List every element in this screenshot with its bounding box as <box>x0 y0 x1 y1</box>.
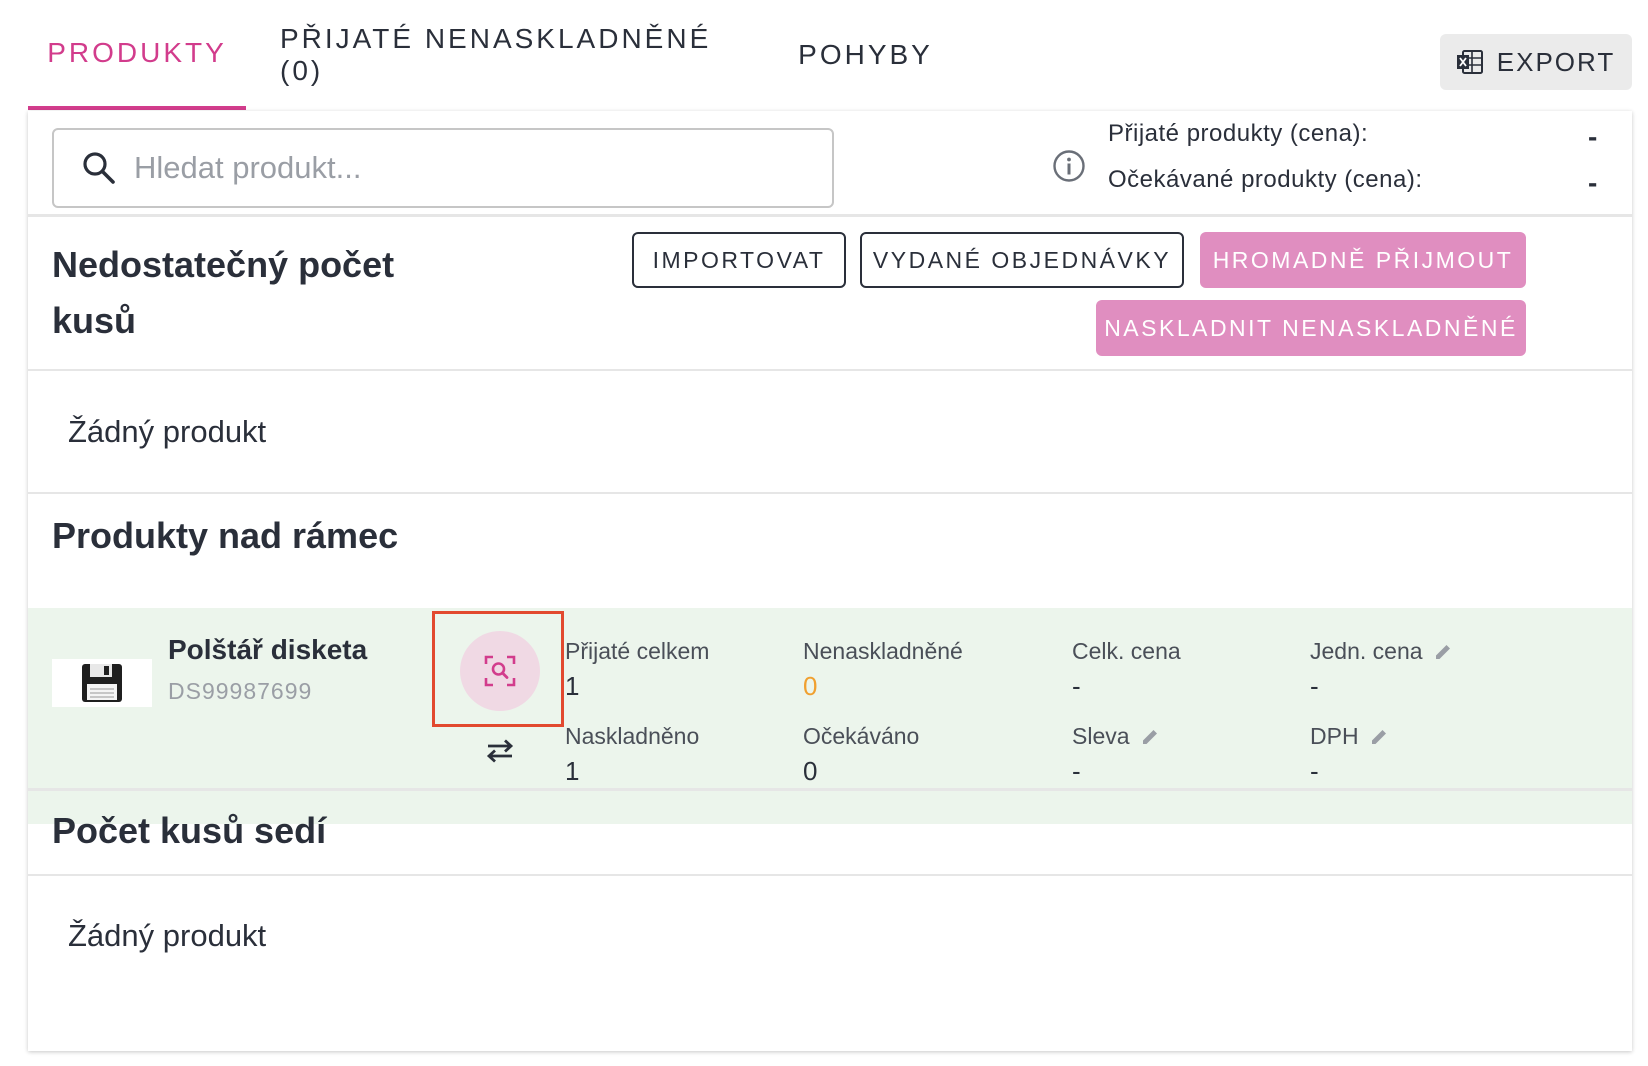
stock-unstocked-button[interactable]: NASKLADNIT NENASKLADNĚNÉ <box>1096 300 1526 356</box>
product-name[interactable]: Polštář disketa <box>168 634 367 666</box>
total-price-value: - <box>1072 671 1081 701</box>
stocked-label: Naskladněno <box>565 723 700 749</box>
expected-value: 0 <box>803 756 818 786</box>
total-price-label: Celk. cena <box>1072 638 1181 664</box>
discount-label: Sleva <box>1072 723 1160 750</box>
discount-value: - <box>1072 756 1081 786</box>
search-input[interactable] <box>132 149 776 187</box>
stocked-value: 1 <box>565 756 580 786</box>
export-button[interactable]: EXPORT <box>1440 34 1632 90</box>
product-code: DS99987699 <box>168 678 313 704</box>
unstocked-label: Nenaskladněné <box>803 638 963 664</box>
export-label: EXPORT <box>1496 46 1616 77</box>
expected-price-value: - <box>1588 167 1598 198</box>
tab-prijate-nenaskladnene[interactable]: PŘIJATÉ NENASKLADNĚNÉ (0) <box>246 0 773 110</box>
unstocked-value: 0 <box>803 671 818 701</box>
vat-label: DPH <box>1310 723 1389 750</box>
divider <box>28 492 1632 494</box>
search-box[interactable] <box>52 128 834 208</box>
edit-discount-icon[interactable] <box>1140 727 1160 747</box>
unit-price-value: - <box>1310 671 1319 701</box>
floppy-pillow-image <box>82 664 122 702</box>
info-icon[interactable] <box>1052 149 1086 183</box>
divider <box>28 874 1632 876</box>
empty-matching: Žádný produkt <box>68 918 267 953</box>
bulk-receive-button[interactable]: HROMADNĚ PŘIJMOUT <box>1200 232 1526 288</box>
empty-insufficient: Žádný produkt <box>68 414 267 449</box>
received-price-value: - <box>1588 121 1598 152</box>
received-price-label: Přijaté produkty (cena): <box>1108 120 1369 147</box>
tab-produkty[interactable]: PRODUKTY <box>28 0 246 110</box>
import-button[interactable]: IMPORTOVAT <box>632 232 846 288</box>
vat-value: - <box>1310 756 1319 786</box>
edit-vat-icon[interactable] <box>1369 727 1389 747</box>
excel-icon <box>1456 50 1483 74</box>
unit-price-label: Jedn. cena <box>1310 638 1453 665</box>
divider <box>28 788 1632 791</box>
tab-bar: PRODUKTY PŘIJATÉ NENASKLADNĚNÉ (0) POHYB… <box>28 0 958 110</box>
section-title-matching: Počet kusů sedí <box>52 810 327 851</box>
divider <box>28 369 1632 371</box>
issued-orders-button[interactable]: VYDANÉ OBJEDNÁVKY <box>860 232 1184 288</box>
swap-icon[interactable] <box>483 738 517 764</box>
section-title-over: Produkty nad rámec <box>52 515 399 556</box>
section-title-insufficient: Nedostatečný počet kusů <box>52 244 395 341</box>
divider <box>28 214 1632 217</box>
expected-label: Očekáváno <box>803 723 920 749</box>
product-thumbnail <box>52 659 152 707</box>
edit-unit-price-icon[interactable] <box>1433 642 1453 662</box>
received-total-label: Přijaté celkem <box>565 638 710 664</box>
highlight-box <box>432 611 564 727</box>
product-row: Polštář disketa DS99987699 Přijaté celke… <box>28 608 1632 824</box>
tab-pohyby[interactable]: POHYBY <box>773 0 958 110</box>
search-icon <box>83 152 115 184</box>
scan-search-icon <box>484 655 516 687</box>
products-card: Přijaté produkty (cena): - Očekávané pro… <box>28 111 1632 1051</box>
expected-price-label: Očekávané produkty (cena): <box>1108 166 1423 193</box>
scan-search-button[interactable] <box>460 631 540 711</box>
received-total-value: 1 <box>565 671 580 701</box>
